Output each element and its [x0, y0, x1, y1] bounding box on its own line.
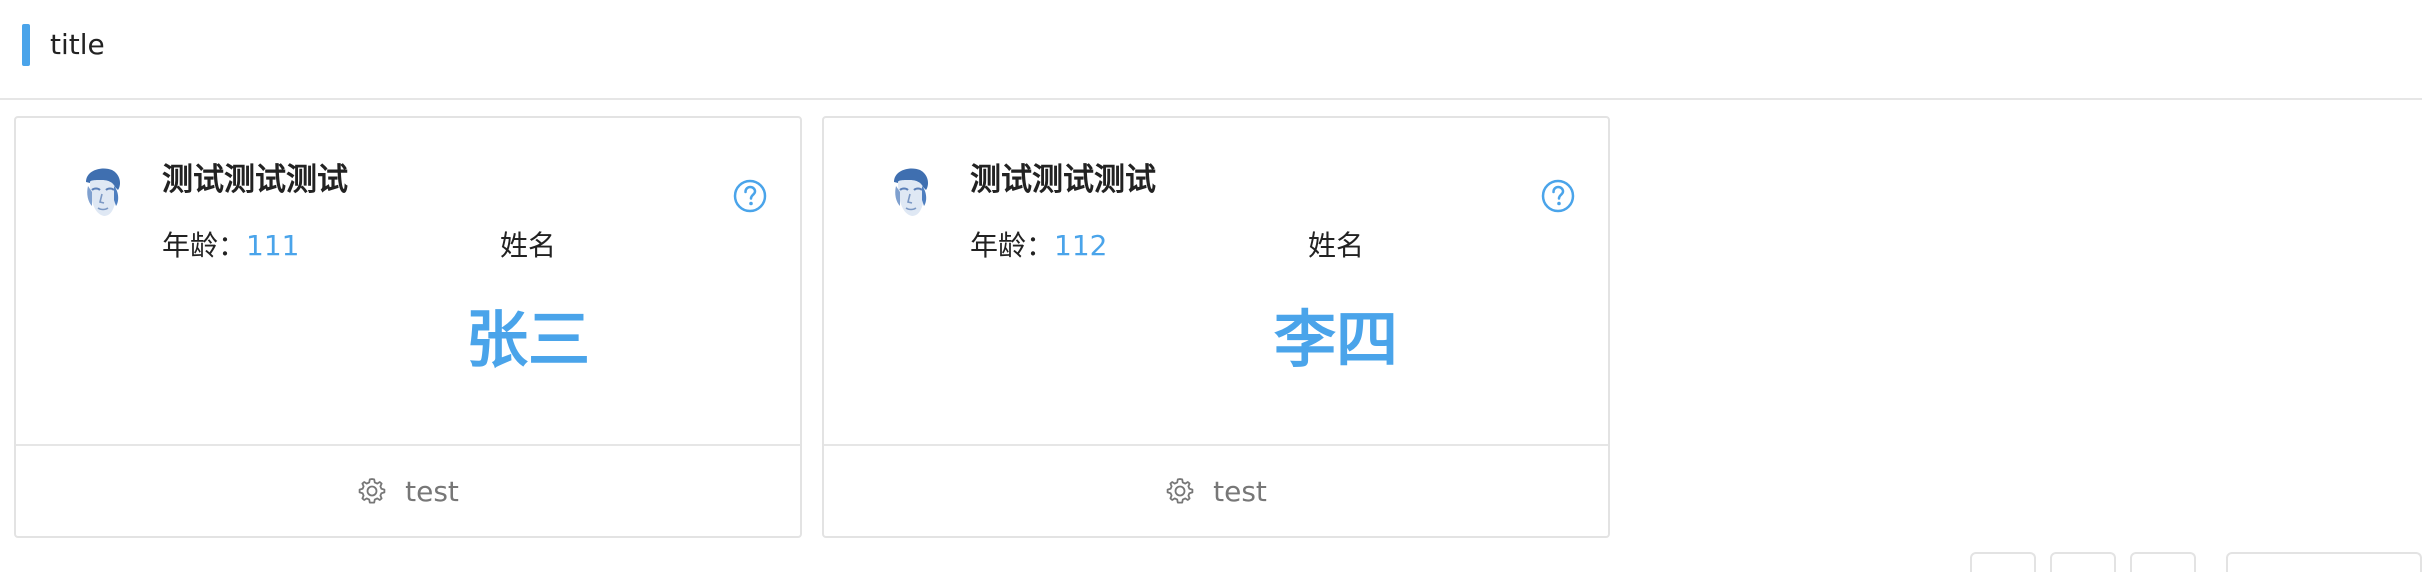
title-accent-bar: [22, 24, 30, 66]
name-value: 张三: [465, 303, 590, 376]
card-title: 测试测试测试: [162, 162, 348, 198]
gear-icon: [358, 478, 386, 504]
person-card: 测试测试测试 年龄：112 姓名 李四 test: [822, 116, 1610, 538]
name-label: 姓名: [1307, 229, 1364, 262]
age-line: 年龄：112: [970, 226, 1107, 266]
question-circle-icon[interactable]: [1540, 178, 1576, 214]
card-footer-action[interactable]: test: [824, 444, 1608, 536]
footer-label: test: [405, 474, 459, 508]
card-body: 测试测试测试 年龄：111 姓名 张三: [16, 118, 800, 444]
pagination-next-button[interactable]: [2130, 552, 2196, 572]
card-title: 测试测试测试: [970, 162, 1156, 198]
card-body: 测试测试测试 年龄：112 姓名 李四: [824, 118, 1608, 444]
page-header: title: [0, 0, 2422, 100]
pagination-page-button[interactable]: [2050, 552, 2116, 572]
page-title: title: [50, 28, 105, 61]
pagination-prev-button[interactable]: [1970, 552, 2036, 572]
age-label: 年龄：: [162, 229, 247, 262]
name-value: 李四: [1273, 303, 1398, 376]
pagination-size-select[interactable]: [2226, 552, 2422, 572]
avatar-image: [68, 160, 132, 224]
avatar-image: [876, 160, 940, 224]
question-circle-icon[interactable]: [732, 178, 768, 214]
person-card: 测试测试测试 年龄：111 姓名 张三 test: [14, 116, 802, 538]
gear-icon: [1166, 478, 1194, 504]
name-label: 姓名: [499, 229, 556, 262]
footer-label: test: [1213, 474, 1267, 508]
age-label: 年龄：: [970, 229, 1055, 262]
avatar: [68, 160, 132, 224]
age-value: 111: [246, 229, 300, 262]
age-line: 年龄：111: [162, 226, 299, 266]
card-footer-action[interactable]: test: [16, 444, 800, 536]
avatar: [876, 160, 940, 224]
age-value: 112: [1054, 229, 1108, 262]
